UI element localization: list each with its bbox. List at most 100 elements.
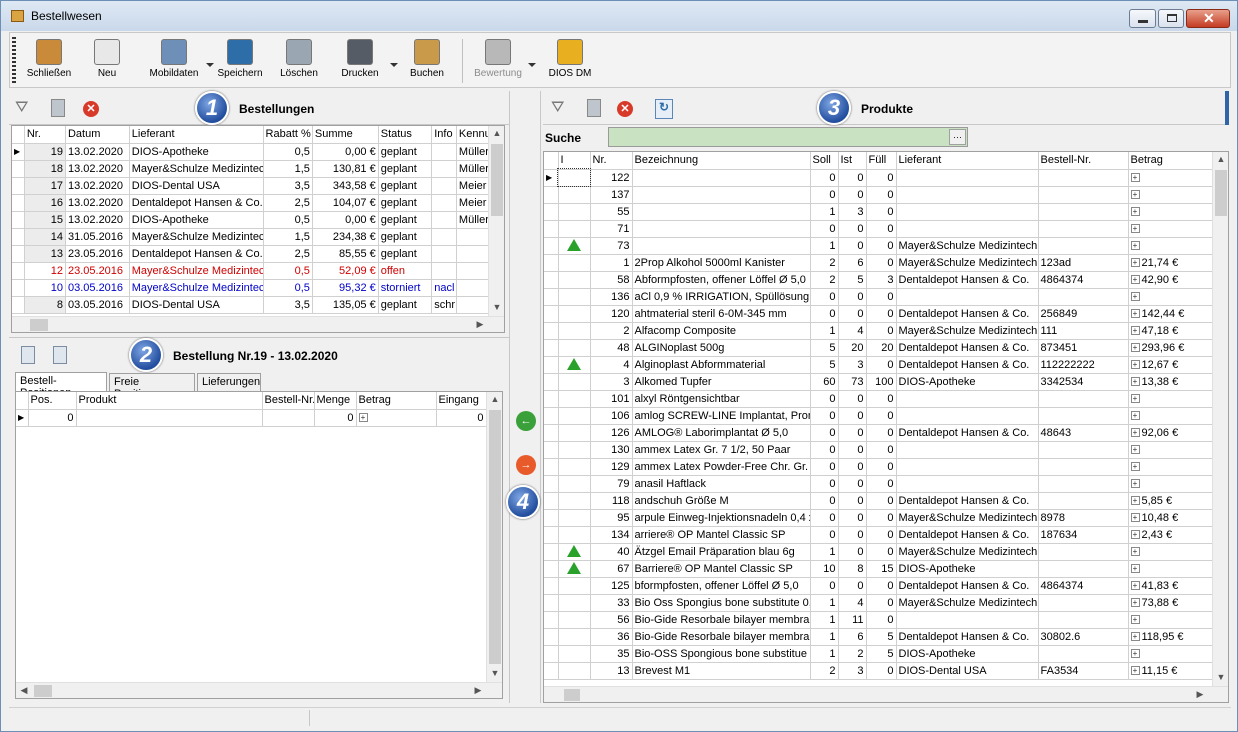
tab-freie-positionen[interactable]: Freie Positionen bbox=[109, 373, 195, 400]
scroll-down-icon[interactable]: ▼ bbox=[489, 302, 504, 312]
expand-icon[interactable]: + bbox=[1130, 445, 1140, 455]
row-selector[interactable] bbox=[544, 560, 559, 578]
expand-icon[interactable]: + bbox=[1130, 547, 1140, 557]
scroll-left-icon[interactable]: ◀ bbox=[16, 685, 32, 696]
row-selector[interactable] bbox=[544, 577, 559, 595]
row-selector[interactable] bbox=[544, 186, 559, 204]
products-row[interactable]: ▶ 122 0 0 0 + bbox=[544, 168, 1213, 187]
column-header[interactable]: Nr. bbox=[24, 126, 66, 144]
products-row[interactable]: 129 ammex Latex Powder-Free Chr. Gr. 6 0 0 0… bbox=[544, 458, 1213, 476]
orders-row[interactable]: 10 03.05.2016 Mayer&Schulze Medizintec 0,5 9… bbox=[12, 279, 495, 297]
toolbar-button-floppy-disk[interactable]: Speichern bbox=[214, 37, 266, 85]
toolbar-button-mobile-scanner[interactable]: Mobildaten bbox=[144, 37, 204, 85]
scroll-up-icon[interactable]: ▲ bbox=[1213, 154, 1228, 164]
products-row[interactable]: 120 ahtmaterial steril 6-0M-345 mm 0 0 0 Dent… bbox=[544, 305, 1213, 323]
expand-icon[interactable]: + bbox=[1130, 224, 1140, 234]
row-selector[interactable] bbox=[544, 441, 559, 459]
scroll-right-icon[interactable]: ▶ bbox=[470, 685, 486, 696]
expand-icon[interactable]: + bbox=[358, 413, 368, 423]
column-header[interactable]: Bezeichnung bbox=[632, 152, 811, 170]
column-header[interactable]: Pos. bbox=[28, 392, 77, 410]
row-selector[interactable] bbox=[544, 509, 559, 527]
positions-vscroll[interactable]: ▲ ▼ bbox=[486, 392, 502, 682]
search-input[interactable]: ··· bbox=[608, 127, 968, 147]
row-selector[interactable] bbox=[544, 305, 559, 323]
add-free-position-icon[interactable] bbox=[53, 346, 67, 364]
tab-bestell-positionen[interactable]: Bestell-Positionen bbox=[15, 372, 107, 399]
scroll-thumb[interactable] bbox=[491, 144, 503, 216]
row-selector[interactable] bbox=[12, 160, 25, 178]
row-selector[interactable] bbox=[544, 356, 559, 374]
dropdown-arrow-icon[interactable] bbox=[206, 63, 214, 67]
column-header[interactable]: Lieferant bbox=[896, 152, 1039, 170]
toolbar-button-qm-pdf[interactable]: DIOS DM bbox=[542, 37, 598, 85]
maximize-button[interactable] bbox=[1158, 9, 1184, 28]
column-header[interactable]: I bbox=[558, 152, 591, 170]
expand-icon[interactable]: + bbox=[1130, 564, 1140, 574]
search-options-button[interactable]: ··· bbox=[949, 129, 966, 145]
products-row[interactable]: 79 anasil Haftlack 0 0 0 + bbox=[544, 475, 1213, 493]
toolbar-button-trash-bin[interactable]: Löschen bbox=[274, 37, 324, 85]
expand-icon[interactable]: + bbox=[1130, 360, 1140, 370]
expand-icon[interactable]: + bbox=[1130, 581, 1140, 591]
toolbar-button-new-document[interactable]: Neu bbox=[84, 37, 130, 85]
orders-vscroll[interactable]: ▲ ▼ bbox=[488, 126, 504, 316]
move-right-icon[interactable]: → bbox=[516, 455, 536, 475]
column-header[interactable]: Betrag bbox=[356, 392, 437, 410]
scroll-right-icon[interactable]: ▶ bbox=[472, 319, 488, 330]
row-selector[interactable] bbox=[544, 526, 559, 544]
filter-icon[interactable]: ⛛ bbox=[15, 99, 28, 117]
column-header[interactable]: Soll bbox=[810, 152, 839, 170]
expand-icon[interactable]: + bbox=[1130, 275, 1140, 285]
products-row[interactable]: 101 alxyl Röntgensichtbar 0 0 0 + bbox=[544, 390, 1213, 408]
column-header[interactable]: Status bbox=[378, 126, 433, 144]
expand-icon[interactable]: + bbox=[1130, 479, 1140, 489]
clear-filter-icon[interactable] bbox=[587, 99, 601, 117]
products-row[interactable]: 2 Alfacomp Composite 1 4 0 Mayer&Schulze Medi… bbox=[544, 322, 1213, 340]
products-row[interactable]: 136 aCl 0,9 % IRRIGATION, Spüllösung, 1 0 0… bbox=[544, 288, 1213, 306]
products-row[interactable]: 1 2Prop Alkohol 5000ml Kanister 2 6 0 Mayer&S… bbox=[544, 254, 1213, 272]
expand-icon[interactable]: + bbox=[1130, 292, 1140, 302]
expand-icon[interactable]: + bbox=[1130, 666, 1140, 676]
orders-row[interactable]: ▶ 19 13.02.2020 DIOS-Apotheke 0,5 0,00 € gepla… bbox=[12, 143, 495, 161]
row-selector[interactable] bbox=[12, 296, 25, 314]
expand-icon[interactable]: + bbox=[1130, 173, 1140, 183]
expand-icon[interactable]: + bbox=[1130, 394, 1140, 404]
dropdown-arrow-icon[interactable] bbox=[528, 63, 536, 67]
row-selector[interactable] bbox=[544, 390, 559, 408]
products-row[interactable]: 40 Ätzgel Email Präparation blau 6g 1 0 0 May… bbox=[544, 543, 1213, 561]
row-selector[interactable] bbox=[12, 228, 25, 246]
row-selector[interactable] bbox=[544, 492, 559, 510]
hscroll-thumb[interactable] bbox=[564, 689, 580, 701]
row-selector[interactable] bbox=[12, 194, 25, 212]
products-row[interactable]: 35 Bio-OSS Spongious bone substitue G 1 2 5D… bbox=[544, 645, 1213, 663]
row-selector[interactable] bbox=[544, 203, 559, 221]
orders-row[interactable]: 13 23.05.2016 Dentaldepot Hansen & Co. 2,5 8… bbox=[12, 245, 495, 263]
row-selector[interactable] bbox=[12, 177, 25, 195]
scroll-down-icon[interactable]: ▼ bbox=[487, 668, 502, 678]
tab-lieferungen[interactable]: Lieferungen bbox=[197, 373, 261, 391]
toolbar-button-package-box[interactable]: Buchen bbox=[402, 37, 452, 85]
scroll-down-icon[interactable]: ▼ bbox=[1213, 672, 1228, 682]
expand-icon[interactable]: + bbox=[1130, 615, 1140, 625]
expand-icon[interactable]: + bbox=[1130, 207, 1140, 217]
column-header[interactable]: Betrag bbox=[1128, 152, 1213, 170]
row-selector[interactable] bbox=[544, 424, 559, 442]
products-row[interactable]: 137 0 0 0 + bbox=[544, 186, 1213, 204]
orders-row[interactable]: 14 31.05.2016 Mayer&Schulze Medizintec 1,5 2… bbox=[12, 228, 495, 246]
toolbar-button-bar-chart[interactable]: Bewertung bbox=[470, 37, 526, 85]
products-row[interactable]: 73 1 0 0 Mayer&Schulze Medizintechn + bbox=[544, 237, 1213, 255]
row-selector[interactable] bbox=[544, 645, 559, 663]
orders-hscroll[interactable]: ▶ bbox=[12, 316, 504, 332]
column-header[interactable]: Datum bbox=[65, 126, 130, 144]
row-selector[interactable] bbox=[544, 373, 559, 391]
orders-row[interactable]: 18 13.02.2020 Mayer&Schulze Medizintec 1,5 1… bbox=[12, 160, 495, 178]
products-row[interactable]: 48 ALGINoplast 500g 5 20 20 Dentaldepot Hanse… bbox=[544, 339, 1213, 357]
hscroll-thumb[interactable] bbox=[34, 685, 52, 697]
row-selector[interactable] bbox=[544, 322, 559, 340]
expand-icon[interactable]: + bbox=[1130, 649, 1140, 659]
row-selector[interactable] bbox=[544, 220, 559, 238]
row-selector[interactable] bbox=[12, 245, 25, 263]
products-row[interactable]: 125 bformpfosten, offener Löffel Ø 5,0 0 0 0… bbox=[544, 577, 1213, 595]
toolbar-button-printer[interactable]: Drucken bbox=[332, 37, 388, 85]
